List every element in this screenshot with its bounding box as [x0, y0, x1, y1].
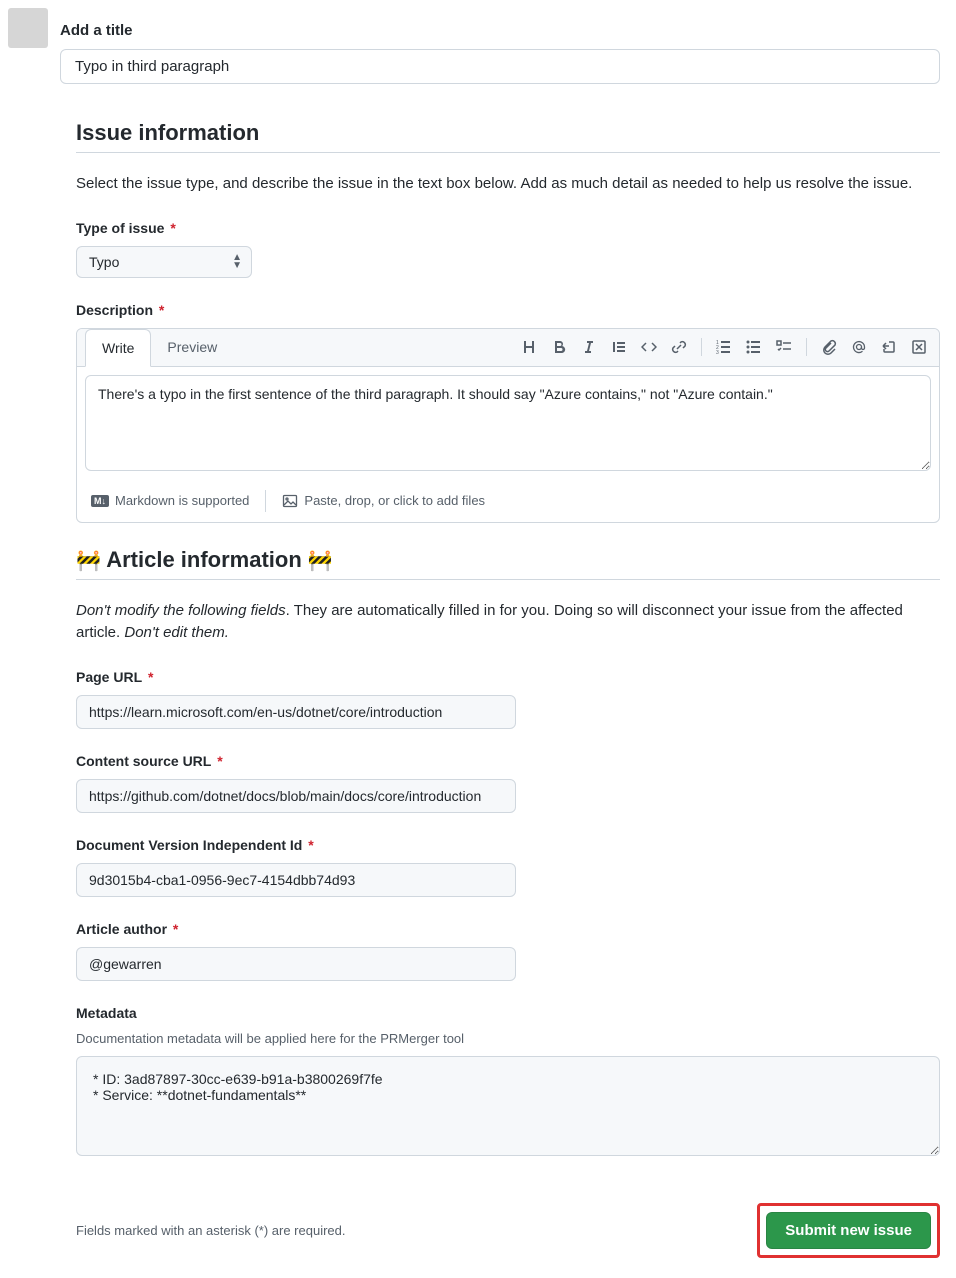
construction-icon: 🚧 — [308, 550, 333, 572]
cross-reference-icon[interactable] — [881, 339, 897, 355]
article-author-label: Article author * — [76, 921, 940, 937]
content-source-url-input[interactable] — [76, 779, 516, 813]
tasklist-icon[interactable] — [776, 339, 792, 355]
construction-icon: 🚧 — [76, 550, 101, 572]
tab-preview[interactable]: Preview — [151, 329, 233, 365]
issue-type-label: Type of issue * — [76, 220, 940, 236]
description-label: Description * — [76, 302, 940, 318]
submit-new-issue-button[interactable]: Submit new issue — [766, 1212, 931, 1249]
heading-icon[interactable] — [521, 339, 537, 355]
issue-type-select[interactable]: Typo — [76, 246, 252, 278]
description-editor: Write Preview 123 — [76, 328, 940, 523]
code-icon[interactable] — [641, 339, 657, 355]
unordered-list-icon[interactable] — [746, 339, 762, 355]
issue-info-description: Select the issue type, and describe the … — [76, 173, 940, 196]
page-url-input[interactable] — [76, 695, 516, 729]
avatar — [8, 8, 48, 48]
title-label: Add a title — [60, 22, 940, 39]
article-info-warning: Don't modify the following fields. They … — [76, 600, 940, 645]
italic-icon[interactable] — [581, 339, 597, 355]
required-fields-note: Fields marked with an asterisk (*) are r… — [76, 1223, 346, 1238]
article-info-heading: 🚧 Article information 🚧 — [76, 547, 940, 580]
article-author-input[interactable] — [76, 947, 516, 981]
attachment-icon[interactable] — [821, 339, 837, 355]
content-source-url-label: Content source URL * — [76, 753, 940, 769]
quote-icon[interactable] — [611, 339, 627, 355]
tab-write[interactable]: Write — [85, 329, 151, 367]
image-icon — [282, 493, 298, 509]
markdown-supported-hint[interactable]: M↓ Markdown is supported — [91, 493, 249, 508]
mention-icon[interactable] — [851, 339, 867, 355]
saved-reply-icon[interactable] — [911, 339, 927, 355]
metadata-label: Metadata — [76, 1005, 940, 1021]
doc-version-id-input[interactable] — [76, 863, 516, 897]
doc-version-id-label: Document Version Independent Id * — [76, 837, 940, 853]
description-textarea[interactable] — [85, 375, 931, 471]
issue-info-heading: Issue information — [76, 120, 940, 153]
attach-files-hint[interactable]: Paste, drop, or click to add files — [282, 493, 485, 509]
page-url-label: Page URL * — [76, 669, 940, 685]
submit-highlight-box: Submit new issue — [757, 1203, 940, 1258]
bold-icon[interactable] — [551, 339, 567, 355]
editor-toolbar: 123 — [521, 338, 939, 356]
markdown-icon: M↓ — [91, 495, 109, 507]
ordered-list-icon[interactable]: 123 — [716, 339, 732, 355]
link-icon[interactable] — [671, 339, 687, 355]
svg-text:3: 3 — [716, 350, 719, 355]
title-input[interactable] — [60, 49, 940, 84]
metadata-help-text: Documentation metadata will be applied h… — [76, 1031, 940, 1046]
metadata-textarea[interactable] — [76, 1056, 940, 1156]
